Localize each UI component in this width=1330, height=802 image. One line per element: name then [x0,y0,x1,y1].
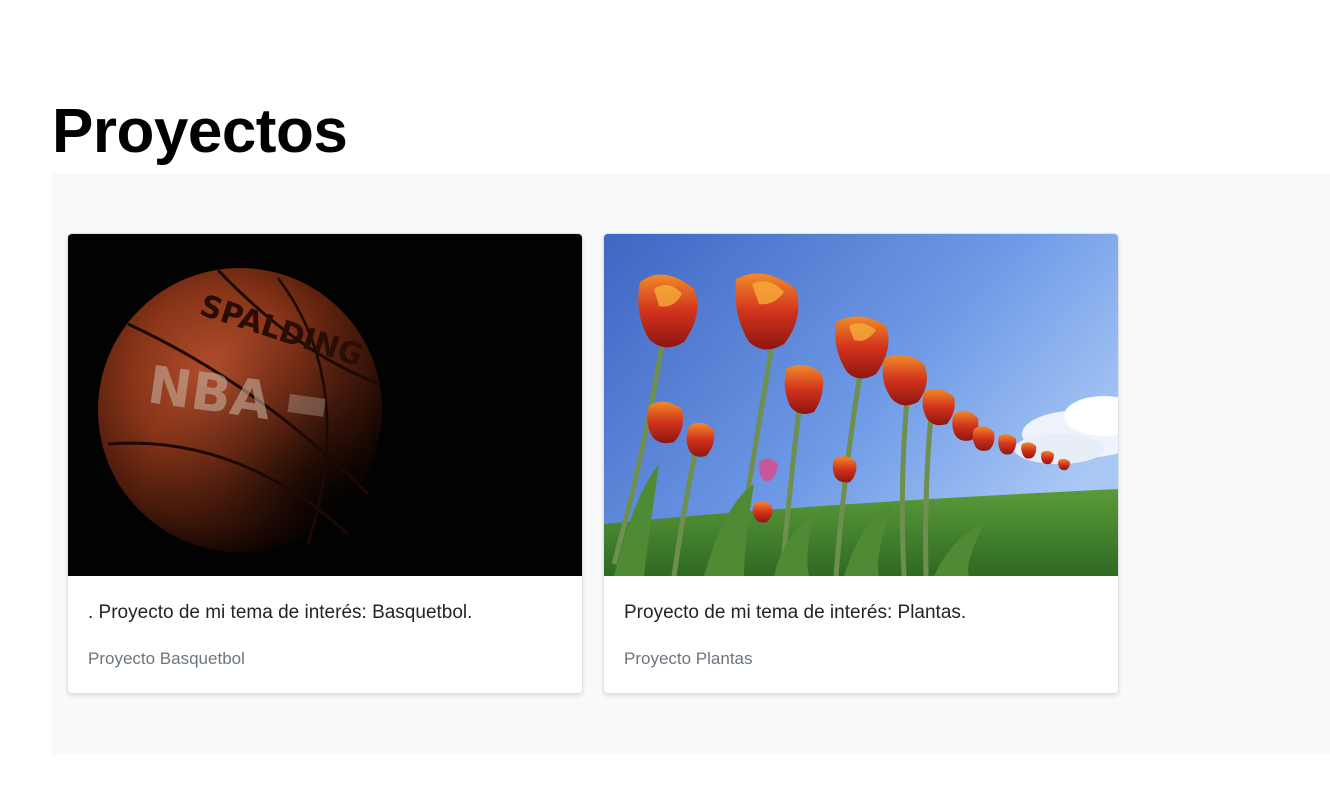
projects-section: SPALDING NBA . Proyecto de mi tema de in… [52,173,1330,754]
project-description: . Proyecto de mi tema de interés: Basque… [88,602,473,623]
tulips-image [604,234,1118,576]
project-card-basquetbol[interactable]: SPALDING NBA . Proyecto de mi tema de in… [67,233,583,694]
page-title: Proyectos [52,97,348,166]
project-caption: Proyecto Plantas [624,649,753,668]
page: Proyectos SPALDING NBA . Proyecto de mi … [0,0,1330,802]
project-caption: Proyecto Basquetbol [88,649,245,668]
basketball-image: SPALDING NBA [68,234,582,576]
project-description: Proyecto de mi tema de interés: Plantas. [624,602,967,623]
card-body: Proyecto de mi tema de interés: Plantas.… [604,576,1118,670]
project-card-plantas[interactable]: Proyecto de mi tema de interés: Plantas.… [603,233,1119,694]
card-body: . Proyecto de mi tema de interés: Basque… [68,576,582,670]
